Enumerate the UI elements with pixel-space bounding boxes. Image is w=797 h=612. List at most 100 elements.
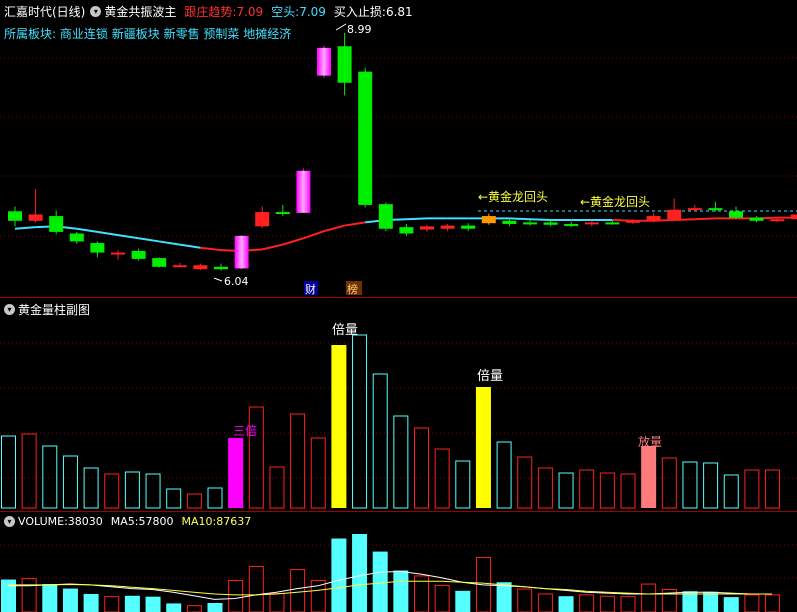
low-pointer: [213, 277, 223, 282]
volume-bar: [537, 593, 553, 612]
sector-line: 所属板块: 商业连锁 新疆板块 新零售 预制菜 地摊经济: [4, 25, 291, 42]
chevron-down-icon[interactable]: ▾: [4, 516, 15, 527]
volume-bar: [104, 596, 120, 612]
volume-bar: [620, 596, 636, 612]
volume-pattern-bar: [124, 471, 140, 509]
volume-pattern-bar: [331, 345, 347, 508]
chevron-down-icon[interactable]: ▾: [4, 304, 15, 315]
volume-bar: [42, 584, 58, 612]
high-pointer: [335, 23, 347, 31]
ma5-line: [8, 570, 772, 600]
candle-body: [275, 212, 290, 215]
candle-body: [49, 216, 64, 232]
volume-pattern-bar: [765, 469, 781, 509]
signal-label: ←黄金龙回头: [478, 189, 548, 204]
candle-body: [708, 208, 723, 211]
badge-cai: 财: [305, 282, 316, 296]
candle-body: [296, 170, 311, 213]
volume-bar: [186, 605, 202, 612]
volume-pattern-panel[interactable]: 三倍 倍量 倍量 放量 ▾ 黄金量柱副图: [0, 297, 797, 512]
signal-label: ←黄金龙回头: [580, 194, 650, 209]
candle-body: [337, 46, 352, 83]
candle-body: [523, 222, 537, 225]
volume-pattern-bar: [579, 469, 595, 509]
volume-bar: [372, 551, 388, 612]
volume-pattern-bar: [207, 487, 223, 509]
volume-pattern-bar: [269, 466, 285, 509]
main-header: 汇嘉时代(日线) ▾ 黄金共振波主 跟庄趋势: 7.09 空头: 7.09 买入…: [4, 3, 413, 20]
volume-bar: [62, 588, 78, 612]
candle-body: [770, 219, 785, 222]
label-sanbei: 三倍: [233, 423, 257, 438]
candle-body: [790, 214, 797, 220]
volume-pattern-bar: [372, 373, 388, 509]
volume-pattern-title[interactable]: 黄金量柱副图: [18, 301, 90, 318]
candle-body: [255, 212, 270, 227]
candle-body: [28, 214, 43, 221]
volume-pattern-bar: [104, 473, 120, 509]
volume-panel[interactable]: ▾ VOLUME: 38030 MA5: 57800 MA10: 87637: [0, 511, 797, 612]
ma-line-segment: [694, 217, 716, 221]
volume-bar: [21, 578, 37, 612]
candle-body: [69, 233, 84, 242]
volume-pattern-bar: [248, 406, 264, 509]
ma5-label: MA5:: [110, 515, 139, 528]
volume-bar: [248, 565, 264, 612]
chevron-down-icon[interactable]: ▾: [90, 6, 102, 17]
volume-pattern-bar: [310, 437, 326, 509]
sector-item[interactable]: 新疆板块: [112, 27, 160, 41]
trend-label: 跟庄趋势:: [184, 5, 237, 19]
volume-pattern-bar: [21, 433, 37, 509]
ma-line-segment: [200, 246, 222, 252]
volume-bar: [434, 584, 450, 612]
volume-label: VOLUME:: [18, 515, 68, 528]
sector-item[interactable]: 地摊经济: [243, 27, 291, 41]
sector-item[interactable]: 商业连锁: [60, 27, 108, 41]
candle-body: [729, 211, 743, 218]
candle-body: [193, 265, 208, 270]
ma-line-segment: [179, 243, 201, 249]
volume-pattern-bar: [145, 473, 161, 509]
indicator-name[interactable]: 黄金共振波主: [104, 3, 176, 20]
main-price-panel[interactable]: 8.99 6.04 ←黄金龙回头 ←黄金龙回头财 榜 汇嘉时代(日线) ▾ 黄金共振波主…: [0, 0, 797, 297]
volume-pattern-bar: [62, 455, 78, 509]
volume-pattern-bar: [558, 472, 574, 509]
label-beiliang: 倍量: [477, 369, 503, 384]
volume-pattern-bar: [682, 461, 698, 509]
volume-bar: [352, 534, 368, 612]
volume-pattern-bar: [723, 474, 739, 509]
volume-pattern-bar: [414, 427, 429, 509]
volume-pattern-bar: [620, 473, 636, 509]
trend-value: 7.09: [236, 4, 264, 19]
volume-pattern-bar: [228, 438, 244, 508]
candle-body: [172, 265, 187, 268]
ma10-label: MA10:: [181, 515, 217, 528]
volume-bar: [641, 583, 657, 612]
ma-line-segment: [674, 218, 695, 222]
volume-pattern-chart[interactable]: 三倍倍量倍量放量: [0, 298, 797, 512]
volume-bar: [228, 579, 244, 612]
volume-pattern-bar: [744, 469, 760, 509]
candle-body: [646, 216, 661, 221]
sector-item[interactable]: 预制菜: [203, 27, 239, 41]
ma-line-segment: [529, 218, 551, 222]
price-chart[interactable]: 8.99 6.04 ←黄金龙回头 ←黄金龙回头财 榜: [0, 0, 797, 297]
volume-bar: [290, 569, 306, 612]
volume-bar: [579, 594, 595, 612]
volume-pattern-bar: [186, 493, 202, 509]
ma5-value: 57800: [138, 515, 174, 528]
ma-line-segment: [612, 219, 634, 222]
volume-pattern-bar: [661, 457, 677, 509]
volume-bar: [599, 595, 615, 612]
candle-body: [749, 217, 764, 221]
volume-bar: [765, 594, 781, 612]
ma-line-segment: [344, 221, 366, 227]
candle-body: [234, 235, 249, 269]
volume-pattern-bar: [83, 467, 99, 509]
sector-item[interactable]: 新零售: [164, 27, 200, 41]
candle-body: [502, 220, 517, 224]
badge-bang: 榜: [347, 282, 358, 296]
volume-pattern-bar: [703, 462, 719, 509]
candle-body: [399, 227, 414, 234]
volume-bar: [145, 596, 161, 612]
